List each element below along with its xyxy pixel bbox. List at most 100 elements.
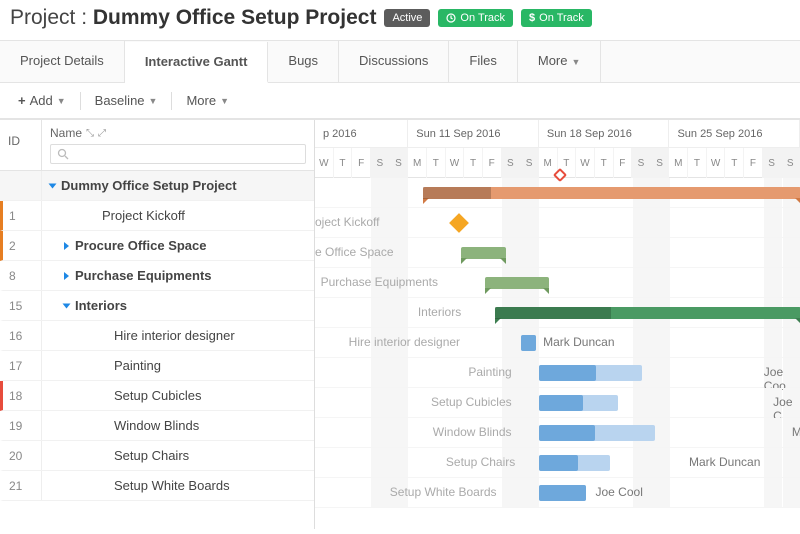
chevron-down-icon: ▼ <box>57 96 66 106</box>
baseline-button[interactable]: Baseline ▼ <box>87 89 166 112</box>
task-name: Setup Cubicles <box>42 388 314 403</box>
tab-files[interactable]: Files <box>449 41 517 82</box>
task-bar[interactable] <box>539 425 655 441</box>
day-header: T <box>688 148 707 178</box>
gantt-row[interactable] <box>315 178 800 208</box>
gantt-row[interactable]: Hire interior designer Mark Duncan <box>315 328 800 358</box>
summary-bar[interactable] <box>485 277 549 289</box>
gantt-row[interactable]: PaintingJoe Coo <box>315 358 800 388</box>
week-header: Sun 11 Sep 2016 <box>408 120 539 147</box>
week-header: p 2016 <box>315 120 408 147</box>
summary-bar[interactable] <box>461 247 506 259</box>
bar-label: oject Kickoff <box>315 215 379 229</box>
task-name: Window Blinds <box>42 418 314 433</box>
gantt-row[interactable]: Setup ChairsMark Duncan <box>315 448 800 478</box>
toggle-icon[interactable] <box>63 303 71 308</box>
day-header: S <box>371 148 390 178</box>
tab-more[interactable]: More▼ <box>518 41 602 82</box>
task-id: 18 <box>3 381 42 410</box>
clock-icon <box>446 13 456 23</box>
main-tabs: Project DetailsInteractive GanttBugsDisc… <box>0 40 800 83</box>
task-row[interactable]: 8Purchase Equipments <box>0 261 314 291</box>
tab-bugs[interactable]: Bugs <box>268 41 339 82</box>
column-name-label[interactable]: Name <box>50 126 82 140</box>
task-row[interactable]: 21Setup White Boards <box>0 471 314 501</box>
search-input[interactable] <box>50 144 306 164</box>
day-header: F <box>352 148 371 178</box>
day-header: F <box>744 148 763 178</box>
gantt-chart-pane[interactable]: p 2016Sun 11 Sep 2016Sun 18 Sep 2016Sun … <box>315 120 800 529</box>
expand-icon[interactable]: ⤢ <box>98 128 106 139</box>
assignee-label: Mark Duncan <box>543 335 614 349</box>
day-header: T <box>725 148 744 178</box>
task-name: Setup White Boards <box>42 478 314 493</box>
task-id: 17 <box>3 351 42 380</box>
chevron-down-icon: ▼ <box>149 96 158 106</box>
task-bar[interactable] <box>521 335 536 351</box>
toggle-icon[interactable] <box>64 242 69 250</box>
task-row[interactable]: 16Hire interior designer <box>0 321 314 351</box>
day-header: T <box>464 148 483 178</box>
gantt-row[interactable]: Purchase Equipments <box>315 268 800 298</box>
task-row[interactable]: Dummy Office Setup Project <box>0 171 314 201</box>
gantt-row[interactable]: Interiors <box>315 298 800 328</box>
column-id-header[interactable]: ID <box>0 120 42 170</box>
task-id: 21 <box>3 471 42 500</box>
bar-label: Hire interior designer <box>349 335 460 349</box>
assignee-label: M <box>792 425 800 439</box>
summary-bar[interactable] <box>423 187 800 199</box>
task-name: Hire interior designer <box>42 328 314 343</box>
task-bar[interactable] <box>539 395 618 411</box>
gantt-row[interactable]: oject Kickoff <box>315 208 800 238</box>
task-name: Project Kickoff <box>42 208 314 223</box>
bar-label: Painting <box>468 365 511 379</box>
day-header: S <box>390 148 409 178</box>
tab-discussions[interactable]: Discussions <box>339 41 449 82</box>
gantt-row[interactable]: Setup CubiclesJoe C <box>315 388 800 418</box>
week-header: Sun 25 Sep 2016 <box>669 120 800 147</box>
gantt-row[interactable]: Setup White BoardsJoe Cool <box>315 478 800 508</box>
gantt-row[interactable]: Window Blinds M <box>315 418 800 448</box>
milestone[interactable] <box>449 213 469 233</box>
task-name: Interiors <box>42 298 314 313</box>
task-row[interactable]: 2Procure Office Space <box>0 231 314 261</box>
divider <box>171 92 172 110</box>
search-icon <box>57 148 69 160</box>
tab-project-details[interactable]: Project Details <box>0 41 125 82</box>
task-id: 16 <box>3 321 42 350</box>
task-row[interactable]: 18Setup Cubicles <box>0 381 314 411</box>
day-header: F <box>614 148 633 178</box>
add-button[interactable]: + Add ▼ <box>10 89 74 112</box>
task-name: Setup Chairs <box>42 448 314 463</box>
day-header: W <box>315 148 334 178</box>
task-row[interactable]: 17Painting <box>0 351 314 381</box>
collapse-icon[interactable]: ⤡ <box>86 128 94 139</box>
bar-label: Window Blinds <box>433 425 512 439</box>
task-row[interactable]: 20Setup Chairs <box>0 441 314 471</box>
day-header: M <box>408 148 427 178</box>
day-header: S <box>781 148 800 178</box>
day-header: W <box>707 148 726 178</box>
project-name: Dummy Office Setup Project <box>93 6 377 29</box>
task-row[interactable]: 1Project Kickoff <box>0 201 314 231</box>
chevron-down-icon: ▼ <box>571 57 580 67</box>
task-bar[interactable] <box>539 485 586 501</box>
day-header: W <box>446 148 465 178</box>
tab-interactive-gantt[interactable]: Interactive Gantt <box>125 42 269 83</box>
project-header: Project : Dummy Office Setup Project Act… <box>0 0 800 40</box>
summary-bar[interactable] <box>495 307 800 319</box>
status-badge-active: Active <box>384 9 430 27</box>
status-badge-schedule: On Track <box>438 9 513 27</box>
toggle-icon[interactable] <box>49 183 57 188</box>
toolbar-more-button[interactable]: More ▼ <box>178 89 237 112</box>
task-row[interactable]: 15Interiors <box>0 291 314 321</box>
task-bar[interactable] <box>539 455 610 471</box>
task-bar[interactable] <box>539 365 642 381</box>
chart-rows: oject Kickoff e Office SpacePurchase Equi… <box>315 178 800 508</box>
day-header: S <box>520 148 539 178</box>
gantt-row[interactable]: e Office Space <box>315 238 800 268</box>
task-row[interactable]: 19Window Blinds <box>0 411 314 441</box>
day-header: M <box>669 148 688 178</box>
toggle-icon[interactable] <box>64 272 69 280</box>
bar-label: Setup Chairs <box>446 455 515 469</box>
